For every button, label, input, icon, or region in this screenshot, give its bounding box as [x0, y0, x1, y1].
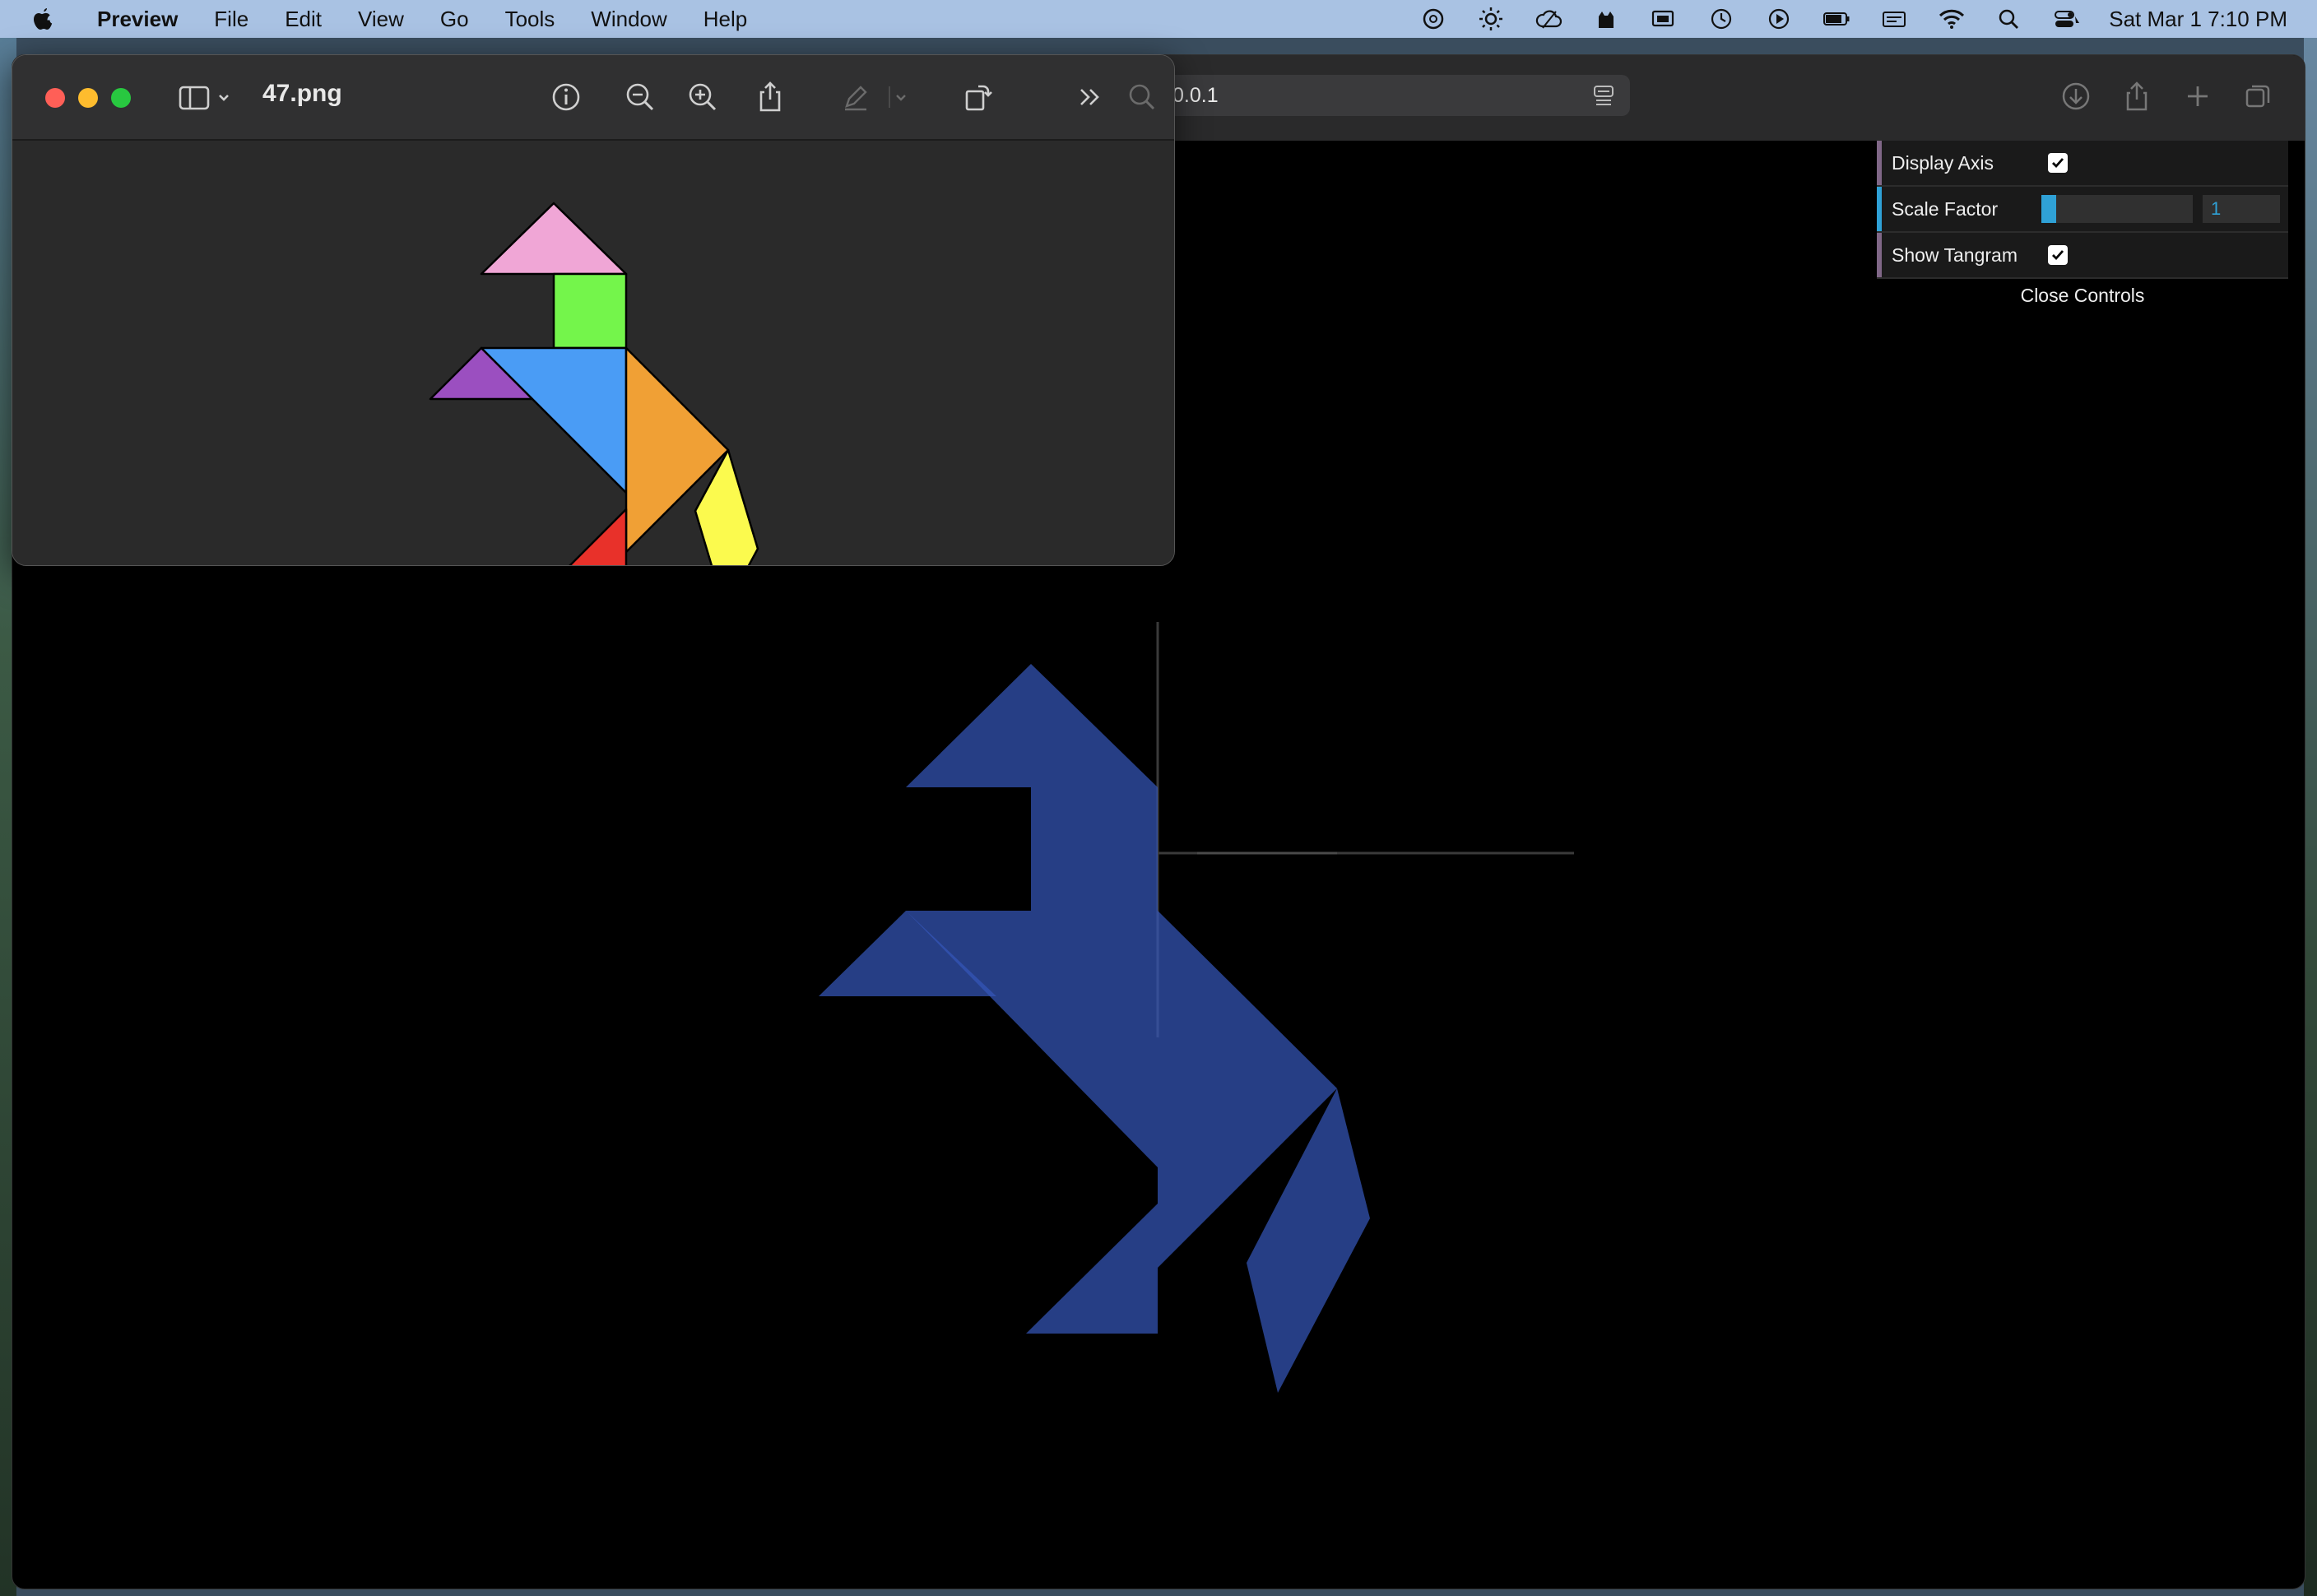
brightness-icon[interactable]	[1477, 7, 1505, 31]
play-icon[interactable]	[1765, 7, 1793, 31]
address-bar[interactable]: 0.0.1	[1161, 75, 1630, 116]
tab-overview-icon[interactable]	[2242, 80, 2275, 113]
scale-factor-slider-fill	[2041, 195, 2057, 223]
wifi-icon[interactable]	[1938, 7, 1966, 31]
spotlight-search-icon[interactable]	[1995, 7, 2023, 31]
screen-mirroring-icon[interactable]	[1650, 7, 1678, 31]
scale-factor-label: Scale Factor	[1892, 197, 1999, 220]
minimize-window-button[interactable]	[78, 88, 98, 108]
scene-head-triangle	[906, 664, 1158, 787]
control-center-icon[interactable]	[2053, 7, 2081, 31]
scale-factor-row: Scale Factor 1	[1877, 187, 2288, 233]
app-status-icon[interactable]	[1592, 7, 1620, 31]
menu-file[interactable]: File	[214, 7, 248, 32]
number-indicator	[1877, 187, 1882, 231]
bool-indicator	[1877, 141, 1882, 185]
share-icon[interactable]	[2120, 80, 2153, 113]
preview-window: 47.png	[12, 54, 1175, 566]
menu-go[interactable]: Go	[440, 7, 469, 32]
zoom-window-button[interactable]	[111, 88, 131, 108]
green-square	[552, 272, 628, 350]
preview-toolbar: 47.png	[12, 55, 1174, 141]
blue-triangle	[480, 346, 628, 494]
more-icon[interactable]	[1074, 80, 1108, 114]
menu-app-name[interactable]: Preview	[97, 7, 178, 32]
menu-bar: Preview File Edit View Go Tools Window H…	[0, 0, 2317, 38]
menu-view[interactable]: View	[358, 7, 404, 32]
apple-menu-icon[interactable]	[31, 7, 54, 31]
tangram-image	[12, 141, 1174, 565]
page-menu-icon[interactable]	[1592, 85, 1615, 106]
show-tangram-checkbox[interactable]	[2048, 245, 2068, 265]
scene-leg-triangle	[1026, 1204, 1158, 1334]
chatgpt-icon[interactable]	[1419, 7, 1447, 31]
tangram-shape-group	[819, 664, 1370, 1393]
display-axis-label: Display Axis	[1892, 151, 1994, 174]
bool-indicator	[1877, 233, 1882, 277]
battery-icon[interactable]	[1822, 7, 1850, 31]
zoom-out-icon[interactable]	[623, 80, 657, 114]
markup-icon[interactable]	[838, 80, 873, 114]
markup-menu-chevron-icon[interactable]	[888, 80, 912, 114]
menu-window[interactable]: Window	[591, 7, 666, 32]
document-title[interactable]: 47.png	[262, 80, 342, 108]
new-tab-icon[interactable]	[2181, 80, 2214, 113]
desktop-background-right	[2304, 0, 2317, 1596]
zoom-in-icon[interactable]	[685, 80, 720, 114]
search-icon[interactable]	[1125, 80, 1159, 114]
sidebar-icon[interactable]	[177, 80, 234, 114]
info-icon[interactable]	[549, 80, 583, 114]
show-tangram-row[interactable]: Show Tangram	[1877, 233, 2288, 279]
downloads-icon[interactable]	[2059, 80, 2092, 113]
scale-factor-slider[interactable]	[2041, 195, 2193, 223]
menu-edit[interactable]: Edit	[285, 7, 322, 32]
pink-triangle	[480, 202, 628, 276]
rotate-icon[interactable]	[960, 80, 995, 114]
menu-tools[interactable]: Tools	[505, 7, 555, 32]
menu-clock[interactable]: Sat Mar 1 7:10 PM	[2109, 7, 2287, 32]
close-controls-button[interactable]: Close Controls	[1877, 279, 2288, 312]
controls-panel: Display Axis Scale Factor 1 Show Tangram…	[1877, 141, 2288, 312]
keyboard-input-icon[interactable]	[1880, 7, 1908, 31]
display-axis-checkbox[interactable]	[2048, 153, 2068, 173]
scale-factor-value[interactable]: 1	[2211, 198, 2221, 220]
scene-neck-square	[1031, 787, 1158, 911]
checkmark-icon	[2052, 158, 2064, 169]
share-icon[interactable]	[753, 80, 787, 114]
time-machine-icon[interactable]	[1707, 7, 1735, 31]
menu-help[interactable]: Help	[703, 7, 747, 32]
checkmark-icon	[2052, 250, 2064, 261]
cloud-sync-icon[interactable]	[1535, 7, 1562, 31]
scale-factor-input[interactable]: 1	[2203, 195, 2280, 223]
show-tangram-label: Show Tangram	[1892, 244, 2018, 266]
display-axis-row[interactable]: Display Axis	[1877, 141, 2288, 187]
red-triangle	[569, 508, 628, 565]
close-window-button[interactable]	[45, 88, 65, 108]
address-text[interactable]: 0.0.1	[1172, 84, 1219, 108]
